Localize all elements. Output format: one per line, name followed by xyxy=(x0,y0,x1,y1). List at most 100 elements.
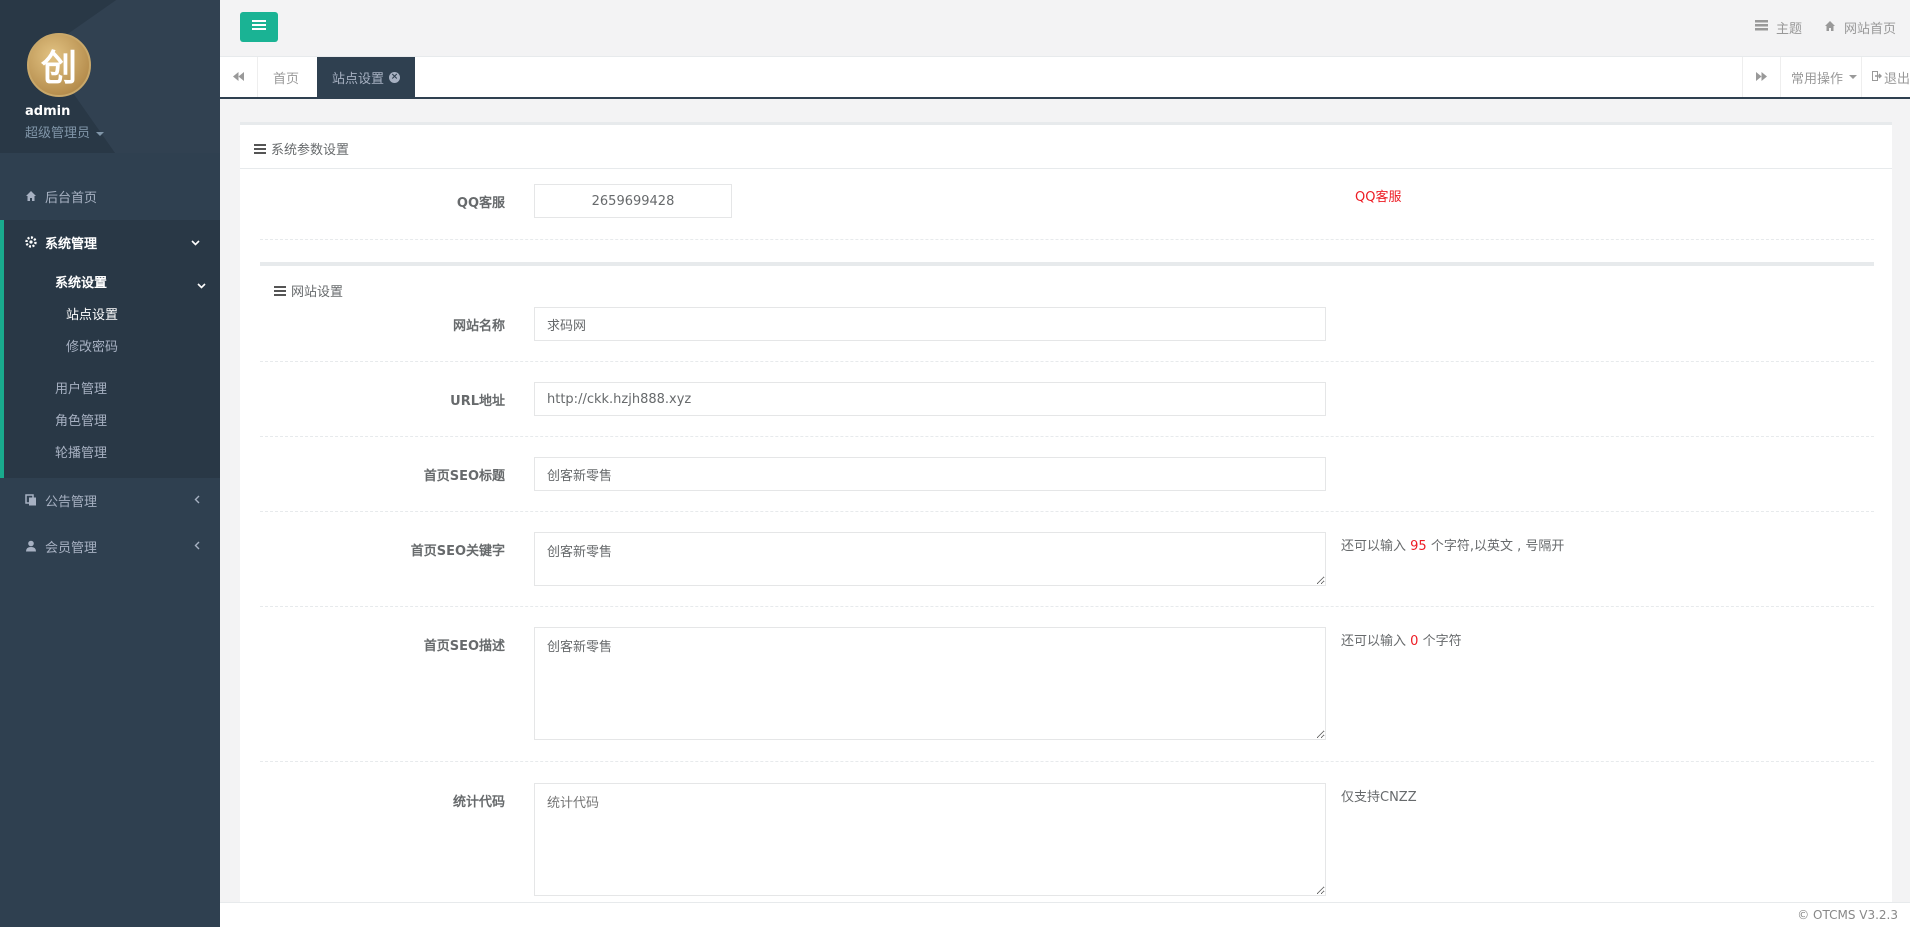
sidebar-item-system[interactable]: 系统管理 xyxy=(0,219,220,265)
list-icon xyxy=(254,143,266,154)
qq-hint: QQ客服 xyxy=(1355,190,1402,205)
hint-text: 个字符 xyxy=(1422,634,1462,649)
gear-icon xyxy=(25,236,37,248)
divider xyxy=(260,761,1874,762)
sidebar-item-notices[interactable]: 公告管理 xyxy=(0,477,220,523)
profile-block: 创 admin 超级管理员 xyxy=(0,0,220,153)
avatar-logo-char: 创 xyxy=(40,47,77,89)
tabs-scroll-right-button[interactable] xyxy=(1742,57,1780,97)
page-tabs-bar: 首页 站点设置 × 常用操作 退出 xyxy=(220,57,1910,99)
sidebar-item-label: 用户管理 xyxy=(55,382,108,397)
seo-desc-label: 首页SEO描述 xyxy=(423,639,505,654)
seo-keywords-hint: 还可以输入 95 个字符,以英文 , 号隔开 xyxy=(1341,535,1564,554)
close-icon[interactable]: × xyxy=(389,71,401,83)
user-name: admin xyxy=(25,104,71,119)
divider xyxy=(260,361,1874,362)
chevron-left-icon xyxy=(194,494,200,507)
common-ops-label: 常用操作 xyxy=(1791,71,1844,87)
seo-keywords-label: 首页SEO关键字 xyxy=(410,544,505,559)
stats-code-hint: 仅支持CNZZ xyxy=(1341,790,1417,805)
divider xyxy=(240,168,1892,169)
chevron-down-icon xyxy=(197,278,206,293)
divider xyxy=(260,436,1874,437)
url-input[interactable] xyxy=(534,382,1326,416)
backward-icon xyxy=(233,70,244,84)
tab-label: 站点设置 xyxy=(332,71,385,87)
sidebar-item-members[interactable]: 会员管理 xyxy=(0,523,220,569)
common-ops-dropdown[interactable]: 常用操作 xyxy=(1780,57,1867,97)
chevron-left-icon xyxy=(194,540,200,553)
panel-title-text: 系统参数设置 xyxy=(271,143,350,158)
seo-title-input[interactable] xyxy=(534,457,1326,491)
sidebar-item-carousel[interactable]: 轮播管理 xyxy=(55,442,107,461)
tab-home[interactable]: 首页 xyxy=(258,57,314,97)
sidebar-item-users[interactable]: 用户管理 xyxy=(55,378,107,397)
remaining-count: 0 xyxy=(1410,634,1419,649)
hamburger-icon xyxy=(252,19,266,35)
sidebar: 创 admin 超级管理员 后台首页 系统管理 系统设置 站点设置 修改密码 用… xyxy=(0,0,220,927)
sidebar-item-site-settings[interactable]: 站点设置 xyxy=(66,304,118,323)
chevron-down-icon xyxy=(191,236,200,249)
home-icon xyxy=(1824,20,1836,36)
list-icon xyxy=(1754,20,1768,35)
logout-label: 退出 xyxy=(1884,71,1910,87)
sidebar-item-label: 轮播管理 xyxy=(55,446,108,461)
section-divider xyxy=(260,262,1874,266)
user-role-label: 超级管理员 xyxy=(25,126,91,141)
divider xyxy=(260,606,1874,607)
avatar[interactable]: 创 xyxy=(27,33,91,97)
theme-button[interactable]: 主题 xyxy=(1754,18,1802,37)
seo-desc-hint: 还可以输入 0 个字符 xyxy=(1341,630,1462,649)
forward-icon xyxy=(1756,70,1767,84)
stats-code-textarea[interactable] xyxy=(534,783,1326,896)
stats-code-label: 统计代码 xyxy=(452,795,505,810)
site-name-input[interactable] xyxy=(534,307,1326,341)
copy-icon xyxy=(25,494,37,506)
sign-out-icon xyxy=(1872,70,1882,85)
sidebar-item-roles[interactable]: 角色管理 xyxy=(55,410,107,429)
seo-desc-textarea[interactable]: 创客新零售 xyxy=(534,627,1326,740)
site-home-label: 网站首页 xyxy=(1843,22,1896,37)
sidebar-item-change-password[interactable]: 修改密码 xyxy=(66,336,118,355)
hint-text: 个字符,以英文 , 号隔开 xyxy=(1430,539,1565,554)
hint-text: 还可以输入 xyxy=(1341,539,1407,554)
sidebar-item-home[interactable]: 后台首页 xyxy=(0,173,220,219)
theme-label: 主题 xyxy=(1775,22,1802,37)
sidebar-item-label: 角色管理 xyxy=(55,414,108,429)
divider xyxy=(260,239,1874,240)
section-title-text: 网站设置 xyxy=(291,285,344,300)
sidebar-item-label: 系统管理 xyxy=(45,236,98,252)
sidebar-item-system-settings[interactable]: 系统设置 xyxy=(55,272,107,291)
remaining-count: 95 xyxy=(1410,539,1427,554)
menu-toggle-button[interactable] xyxy=(240,12,278,42)
seo-title-label: 首页SEO标题 xyxy=(423,469,505,484)
caret-down-icon xyxy=(96,131,105,136)
section-title: 网站设置 xyxy=(274,281,343,300)
qq-input[interactable] xyxy=(534,184,732,218)
panel-title: 系统参数设置 xyxy=(254,139,349,158)
site-home-link[interactable]: 网站首页 xyxy=(1824,18,1896,37)
tabs-scroll-left-button[interactable] xyxy=(220,57,258,97)
seo-keywords-textarea[interactable]: 创客新零售 xyxy=(534,532,1326,586)
settings-panel: 系统参数设置 QQ客服 QQ客服 网站设置 网站名称 URL地址 首页SEO标题… xyxy=(240,122,1892,902)
site-name-label: 网站名称 xyxy=(452,319,505,334)
user-icon xyxy=(25,540,37,552)
divider xyxy=(260,511,1874,512)
url-label: URL地址 xyxy=(450,394,505,409)
top-navbar: 主题 网站首页 xyxy=(220,0,1910,57)
sidebar-item-label: 系统设置 xyxy=(55,276,108,291)
home-icon xyxy=(25,190,37,202)
tab-label: 首页 xyxy=(273,71,300,87)
sidebar-item-label: 公告管理 xyxy=(45,494,98,510)
user-role-dropdown[interactable]: 超级管理员 xyxy=(25,122,105,141)
sidebar-item-label: 会员管理 xyxy=(45,540,98,556)
sidebar-item-label: 站点设置 xyxy=(66,308,119,323)
list-icon xyxy=(274,285,286,296)
caret-down-icon xyxy=(1849,75,1858,79)
tab-site-settings[interactable]: 站点设置 × xyxy=(317,57,416,97)
footer-copyright: © OTCMS V3.2.3 xyxy=(220,902,1910,927)
logout-button[interactable]: 退出 xyxy=(1861,57,1910,97)
qq-label: QQ客服 xyxy=(456,196,505,211)
sidebar-item-label: 修改密码 xyxy=(66,340,119,355)
sidebar-item-label: 后台首页 xyxy=(45,190,98,206)
